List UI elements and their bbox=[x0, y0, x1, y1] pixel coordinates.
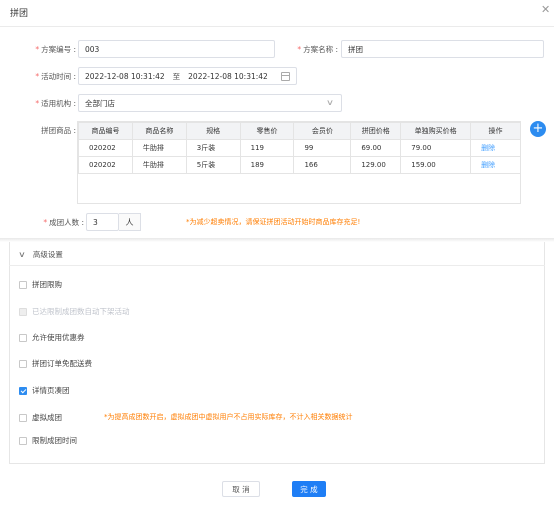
advanced-header[interactable]: ∨ 高级设置 bbox=[9, 244, 545, 266]
institution-select[interactable]: 全部门店 ∨ bbox=[78, 94, 342, 112]
checkbox[interactable] bbox=[19, 333, 27, 342]
cell-member: 166 bbox=[293, 156, 352, 174]
plan-name-label: * 方案名称 : bbox=[297, 45, 338, 54]
group-size-input[interactable]: 3 bbox=[86, 213, 119, 231]
col-header: 商品名称 bbox=[131, 122, 187, 140]
option-label: 拼团限购 bbox=[32, 280, 62, 289]
cell-retail: 119 bbox=[239, 139, 295, 157]
option-limit-time[interactable]: 限制成团时间 bbox=[19, 435, 77, 446]
group-size-unit: 人 bbox=[119, 213, 141, 231]
plan-name-label-text: 方案名称 : bbox=[303, 45, 338, 54]
chevron-down-icon: ∨ bbox=[18, 250, 26, 259]
checkbox[interactable] bbox=[19, 436, 27, 445]
checkbox[interactable] bbox=[19, 413, 27, 422]
advanced-panel bbox=[9, 242, 545, 464]
option-allow-coupon[interactable]: 允许使用优惠券 bbox=[19, 332, 85, 343]
plan-name-input[interactable]: 拼团 bbox=[341, 40, 544, 58]
group-size-label: * 成团人数 : bbox=[43, 218, 84, 227]
start-time: 2022-12-08 10:31:42 bbox=[85, 71, 165, 81]
cell-spec: 5斤装 bbox=[185, 156, 241, 174]
cell-group-price[interactable]: 69.00 bbox=[350, 139, 402, 157]
col-header: 零售价 bbox=[239, 122, 295, 140]
col-header: 拼团价格 bbox=[350, 122, 402, 140]
checkbox[interactable] bbox=[19, 280, 27, 289]
delete-link[interactable]: 删除 bbox=[481, 144, 495, 152]
cell-retail: 189 bbox=[239, 156, 295, 174]
cell-name: 牛肋排 bbox=[131, 139, 187, 157]
checkbox[interactable] bbox=[19, 359, 27, 368]
close-icon[interactable]: ✕ bbox=[541, 4, 550, 16]
done-button[interactable]: 完 成 bbox=[292, 481, 326, 497]
stock-warning: *为减少超卖情况，请保证拼团活动开始时商品库存充足! bbox=[186, 218, 361, 226]
goods-table: 商品编号 商品名称 规格 零售价 会员价 拼团价格 单独购买价格 操作 0202… bbox=[78, 122, 521, 174]
option-group-limit[interactable]: 拼团限购 bbox=[19, 279, 62, 290]
plan-code-input[interactable]: 003 bbox=[78, 40, 275, 58]
option-free-shipping[interactable]: 拼团订单免配送费 bbox=[19, 358, 92, 369]
option-label: 限制成团时间 bbox=[32, 436, 77, 445]
checkbox bbox=[19, 307, 27, 316]
plan-name-value: 拼团 bbox=[348, 44, 363, 54]
institution-label: * 适用机构 : bbox=[35, 99, 76, 108]
institution-label-text: 适用机构 : bbox=[41, 99, 76, 108]
cancel-button[interactable]: 取 消 bbox=[222, 481, 260, 497]
table-row: 020202 牛肋排 5斤装 189 166 129.00 159.00 删除 bbox=[78, 156, 521, 174]
group-size-label-text: 成团人数 : bbox=[49, 218, 84, 227]
option-label: 允许使用优惠券 bbox=[32, 333, 85, 342]
option-label: 拼团订单免配送费 bbox=[32, 359, 92, 368]
add-goods-button[interactable]: + bbox=[530, 121, 546, 137]
checkbox-checked[interactable] bbox=[19, 386, 27, 395]
table-row: 020202 牛肋排 3斤装 119 99 69.00 79.00 删除 bbox=[78, 139, 521, 157]
cell-group-price[interactable]: 129.00 bbox=[350, 156, 402, 174]
end-time: 2022-12-08 10:31:42 bbox=[188, 71, 268, 81]
cell-code: 020202 bbox=[78, 156, 133, 174]
goods-label: 拼团商品 : bbox=[41, 126, 76, 135]
plan-code-label: * 方案编号 : bbox=[35, 45, 76, 54]
activity-time-label: * 活动时间 : bbox=[35, 72, 76, 81]
plan-code-label-text: 方案编号 : bbox=[41, 45, 76, 54]
dialog-title: 拼团 bbox=[10, 9, 29, 19]
advanced-title: 高级设置 bbox=[32, 250, 63, 259]
virtual-group-note: *为提高成团数开启，虚拟成团中虚拟用户不占用实际库存，不计入相关数据统计 bbox=[104, 413, 353, 421]
col-header: 规格 bbox=[185, 122, 241, 140]
group-size-value: 3 bbox=[93, 217, 98, 227]
option-virtual-group[interactable]: 虚拟成团 bbox=[19, 412, 62, 423]
range-separator: 至 bbox=[172, 71, 181, 81]
activity-time-range[interactable]: 2022-12-08 10:31:42 至 2022-12-08 10:31:4… bbox=[78, 67, 297, 85]
institution-value: 全部门店 bbox=[85, 98, 115, 108]
plan-code-value: 003 bbox=[85, 44, 100, 54]
option-label: 已达限制成团数自动下架活动 bbox=[32, 307, 130, 316]
col-header: 会员价 bbox=[293, 122, 352, 140]
col-header: 操作 bbox=[470, 122, 521, 140]
cell-code: 020202 bbox=[78, 139, 133, 157]
delete-link[interactable]: 删除 bbox=[481, 161, 495, 169]
col-header: 单独购买价格 bbox=[400, 122, 472, 140]
activity-time-label-text: 活动时间 : bbox=[41, 72, 76, 81]
option-label: 虚拟成团 bbox=[32, 413, 62, 422]
cell-spec: 3斤装 bbox=[185, 139, 241, 157]
chevron-down-icon: ∨ bbox=[325, 98, 335, 107]
goods-table-header: 商品编号 商品名称 规格 零售价 会员价 拼团价格 单独购买价格 操作 bbox=[78, 122, 521, 140]
cell-single-price[interactable]: 159.00 bbox=[400, 156, 472, 174]
cell-single-price[interactable]: 79.00 bbox=[400, 139, 472, 157]
goods-table-container: 商品编号 商品名称 规格 零售价 会员价 拼团价格 单独购买价格 操作 0202… bbox=[77, 121, 521, 204]
option-detail-page-group[interactable]: 详情页凑团 bbox=[19, 385, 70, 396]
col-header: 商品编号 bbox=[78, 122, 133, 140]
option-label: 详情页凑团 bbox=[32, 386, 70, 395]
calendar-icon bbox=[281, 72, 290, 81]
option-auto-offline: 已达限制成团数自动下架活动 bbox=[19, 306, 130, 317]
cell-member: 99 bbox=[293, 139, 352, 157]
cell-name: 牛肋排 bbox=[131, 156, 187, 174]
header-divider bbox=[0, 26, 554, 27]
